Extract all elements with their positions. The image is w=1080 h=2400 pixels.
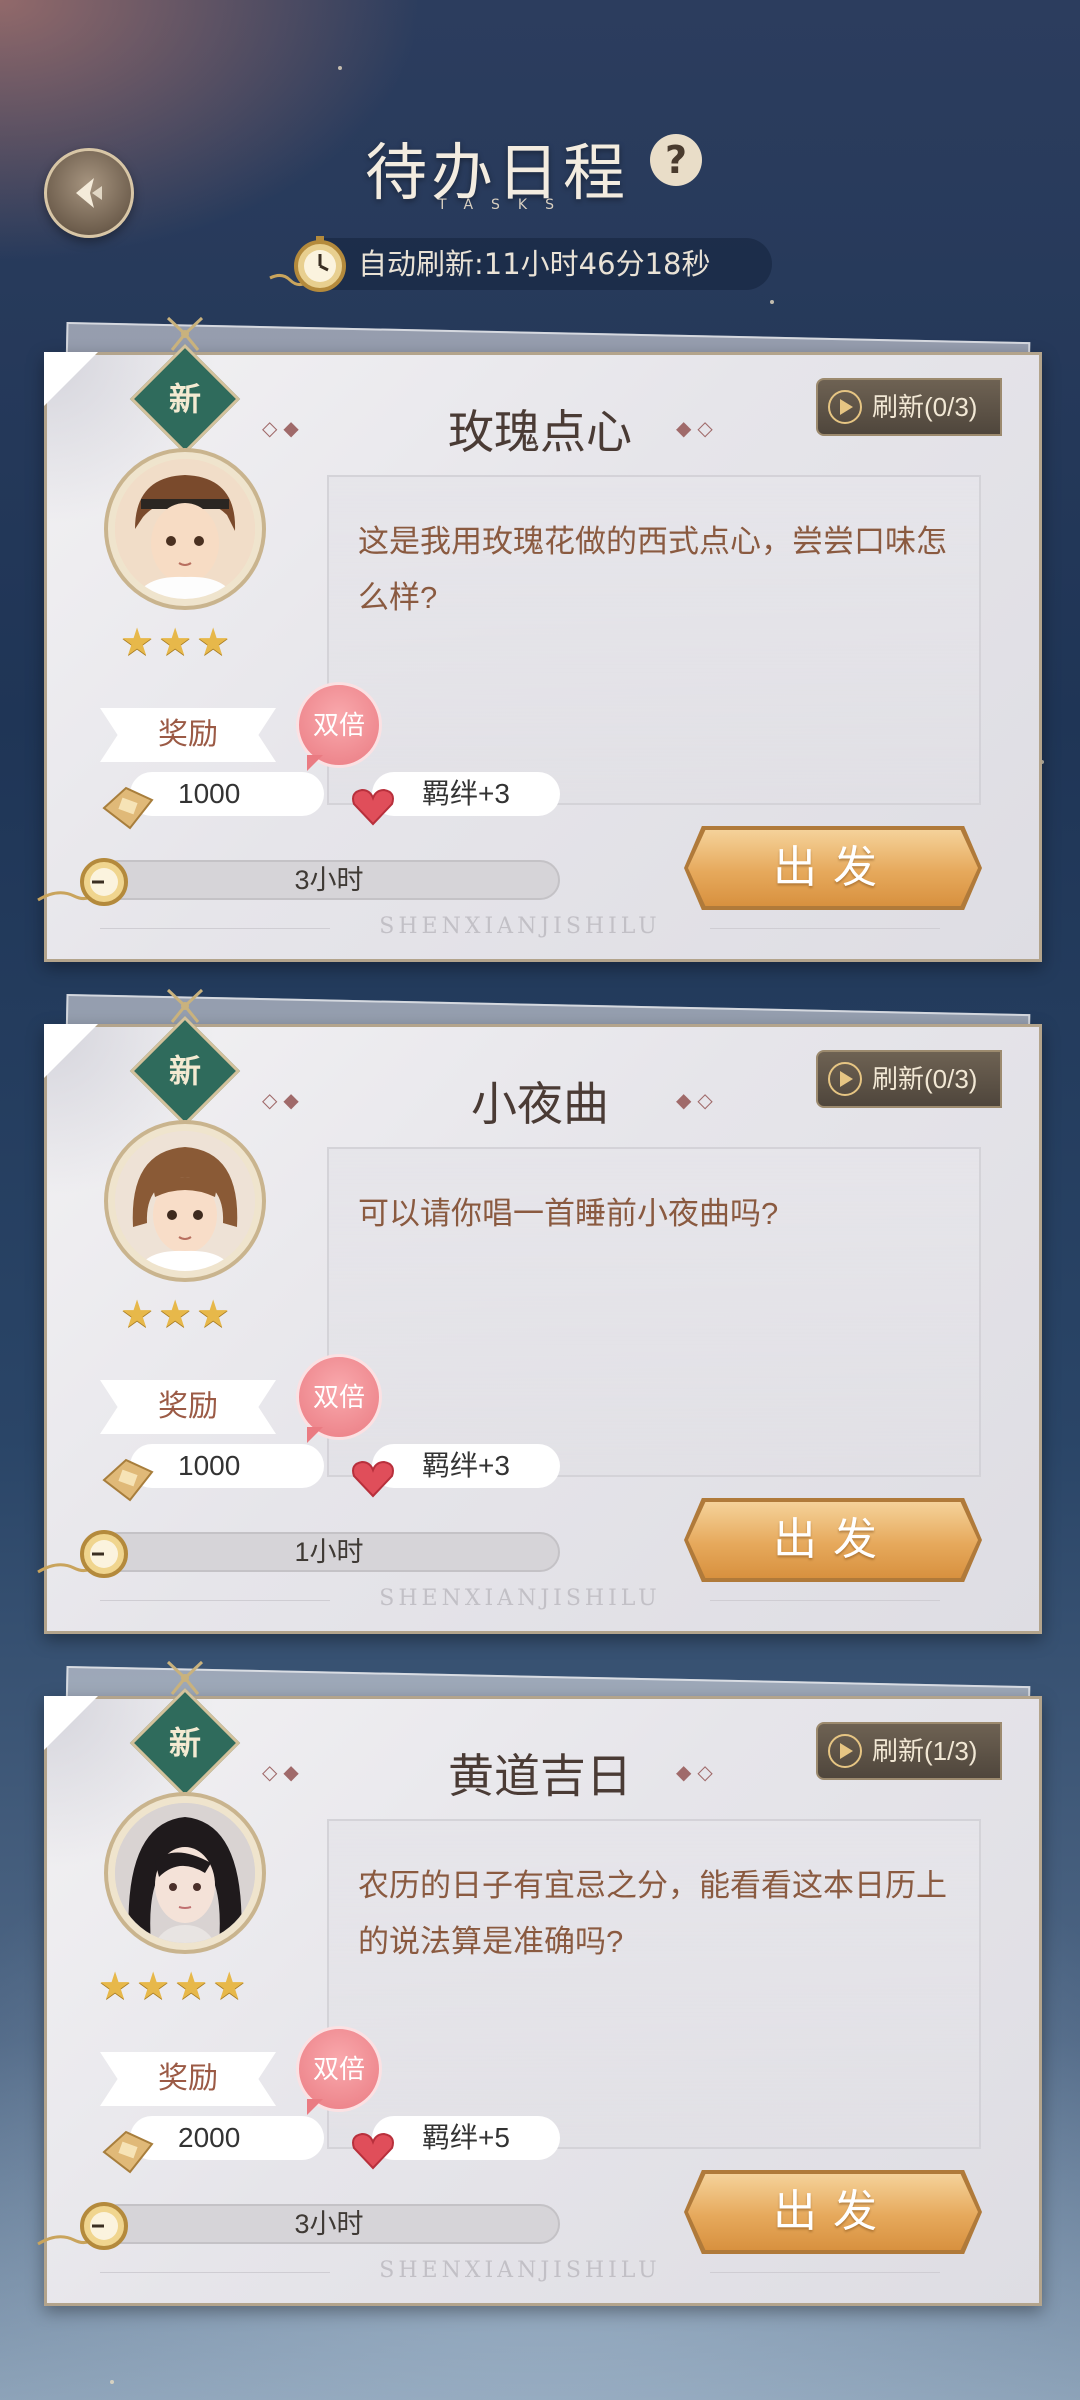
sparkle-dot (110, 2380, 114, 2384)
coin-reward: 1000 (130, 1444, 324, 1488)
new-badge-label: 新 (168, 1724, 201, 1762)
duration-bar: 1小时 (98, 1532, 560, 1572)
double-badge: 双倍 (296, 1354, 382, 1443)
ornament-right: ◆◇ (676, 418, 719, 440)
back-button[interactable] (44, 148, 134, 238)
long-hair-portrait-icon (115, 1803, 255, 1943)
boy-portrait-icon (115, 459, 255, 599)
reward-label: 奖励 (100, 2052, 276, 2106)
refresh-label: 刷新(1/3) (872, 1736, 978, 1766)
task-description: 这是我用玫瑰花做的西式点心，尝尝口味怎么样? (358, 524, 947, 615)
character-avatar (104, 1792, 266, 1954)
ticket-icon (102, 786, 154, 830)
refresh-button[interactable]: 刷新(1/3) (816, 1722, 1002, 1780)
duration-bar: 3小时 (98, 860, 560, 900)
coin-reward: 1000 (130, 772, 324, 816)
reward-label: 奖励 (100, 1380, 276, 1434)
go-button[interactable]: 出发 (688, 830, 978, 906)
footer-watermark: SHENXIANJISHILU (100, 914, 940, 944)
sparkle-dot (338, 66, 342, 70)
footer-watermark: SHENXIANJISHILU (100, 1586, 940, 1616)
play-icon (828, 1062, 862, 1096)
refresh-label: 刷新(0/3) (872, 392, 978, 422)
corner-fold (44, 1024, 98, 1078)
short-hair-portrait-icon (115, 1131, 255, 1271)
ornament-right: ◆◇ (676, 1762, 719, 1784)
new-badge-label: 新 (168, 380, 201, 418)
corner-fold (44, 352, 98, 406)
task-description: 农历的日子有宜忌之分，能看看这本日历上的说法算是准确吗? (358, 1868, 947, 1959)
auto-refresh-text: 自动刷新:11小时46分18秒 (358, 247, 711, 281)
star-rating: ★★★ (120, 622, 235, 664)
task-card: 新 ★★★★ 黄道吉日 ◇◆ ◆◇ 刷新(1/3) 农历的日子有宜忌之分，能看看… (0, 1660, 1080, 2336)
ornament-left: ◇◆ (262, 1090, 305, 1112)
bond-reward: 羁绊+3 (372, 772, 560, 816)
double-badge: 双倍 (296, 682, 382, 771)
help-icon[interactable]: ? (650, 134, 702, 186)
task-card: 新 ★★★ 玫瑰点心 ◇◆ ◆◇ 刷新(0/3) 这是我用玫瑰花做的西式点心，尝… (0, 316, 1080, 992)
go-button[interactable]: 出发 (688, 2174, 978, 2250)
play-icon (828, 1734, 862, 1768)
bond-reward: 羁绊+3 (372, 1444, 560, 1488)
heart-icon (352, 788, 394, 826)
task-card: 新 ★★★ 小夜曲 ◇◆ ◆◇ 刷新(0/3) 可以请你唱一首睡前小夜曲吗? 奖… (0, 988, 1080, 1664)
play-icon (828, 390, 862, 424)
bond-amount: 羁绊+3 (422, 1450, 510, 1481)
ornament-right: ◆◇ (676, 1090, 719, 1112)
star-rating: ★★★ (120, 1294, 235, 1336)
page-subtitle: TASKS (438, 197, 572, 213)
ticket-icon (102, 2130, 154, 2174)
ornament-left: ◇◆ (262, 1762, 305, 1784)
task-description: 可以请你唱一首睡前小夜曲吗? (358, 1196, 779, 1231)
coin-reward: 2000 (130, 2116, 324, 2160)
coin-amount: 2000 (178, 2122, 241, 2153)
footer-watermark: SHENXIANJISHILU (100, 2258, 940, 2288)
sparkle-dot (770, 300, 774, 304)
coin-amount: 1000 (178, 778, 241, 809)
reward-label: 奖励 (100, 708, 276, 762)
ticket-icon (102, 1458, 154, 1502)
bond-amount: 羁绊+3 (422, 778, 510, 809)
stopwatch-icon (37, 2202, 128, 2250)
bond-amount: 羁绊+5 (422, 2122, 510, 2153)
ornament-left: ◇◆ (262, 418, 305, 440)
character-avatar (104, 1120, 266, 1282)
corner-fold (44, 1696, 98, 1750)
coin-amount: 1000 (178, 1450, 241, 1481)
auto-refresh-timer: 自动刷新:11小时46分18秒 (300, 238, 772, 290)
heart-icon (352, 1460, 394, 1498)
refresh-label: 刷新(0/3) (872, 1064, 978, 1094)
bond-reward: 羁绊+5 (372, 2116, 560, 2160)
stopwatch-icon (37, 858, 128, 906)
heart-icon (352, 2132, 394, 2170)
double-badge: 双倍 (296, 2026, 382, 2115)
star-rating: ★★★★ (98, 1966, 251, 2008)
duration-bar: 3小时 (98, 2204, 560, 2244)
new-badge-label: 新 (168, 1052, 201, 1090)
pocket-watch-icon (269, 236, 346, 292)
refresh-button[interactable]: 刷新(0/3) (816, 1050, 1002, 1108)
go-button[interactable]: 出发 (688, 1502, 978, 1578)
refresh-button[interactable]: 刷新(0/3) (816, 378, 1002, 436)
character-avatar (104, 448, 266, 610)
stopwatch-icon (37, 1530, 128, 1578)
back-arrow-icon (76, 178, 102, 208)
